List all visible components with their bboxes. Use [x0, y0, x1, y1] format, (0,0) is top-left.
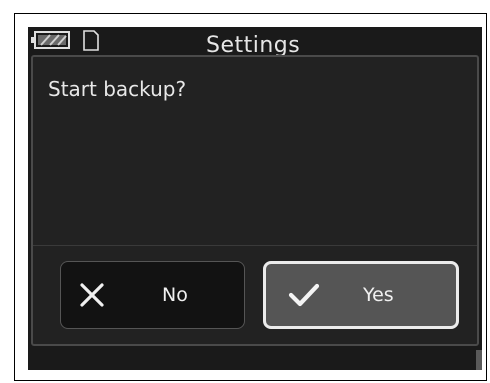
- confirm-dialog: Start backup? No Yes: [31, 55, 479, 346]
- divider: [33, 245, 477, 246]
- yes-button-label: Yes: [363, 284, 394, 306]
- close-icon: [80, 283, 104, 307]
- yes-button[interactable]: Yes: [263, 261, 459, 329]
- status-bar: Settings: [28, 27, 482, 58]
- no-button-label: No: [162, 284, 188, 306]
- checkmark-icon: [288, 283, 320, 307]
- battery-icon: [31, 31, 70, 49]
- camera-screen: Settings Start backup? No Yes: [28, 27, 482, 370]
- dialog-message: Start backup?: [48, 77, 187, 101]
- memory-card-icon: [83, 30, 99, 51]
- no-button[interactable]: No: [60, 261, 245, 329]
- scrollbar: [476, 350, 482, 370]
